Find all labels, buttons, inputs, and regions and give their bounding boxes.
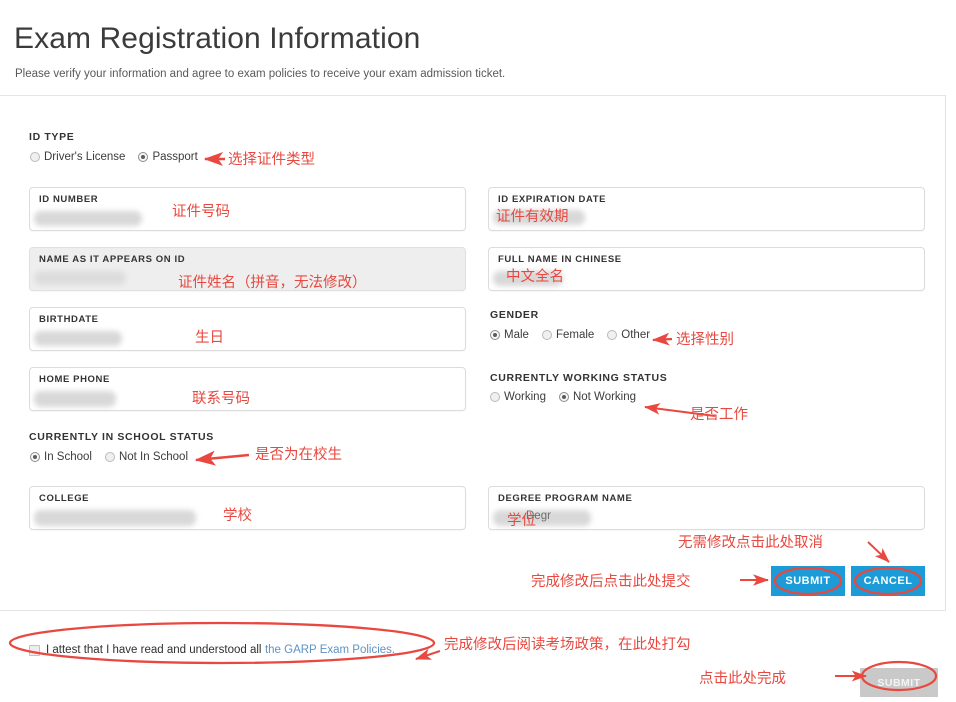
radio-gender-other-dot [607, 330, 618, 340]
working-status-radio-group[interactable]: Working Not Working [490, 391, 636, 403]
annotation-gender: 选择性别 [676, 332, 734, 348]
radio-gender-male-label: Male [504, 329, 529, 341]
gender-radio-group[interactable]: Male Female Other [490, 329, 650, 341]
radio-drivers-license-dot [30, 152, 40, 162]
radio-gender-female-label: Female [555, 329, 595, 341]
radio-not-in-school[interactable]: Not In School [104, 451, 188, 463]
field-birthdate[interactable]: BIRTHDATE [29, 307, 466, 351]
field-id-number[interactable]: ID NUMBER [29, 187, 466, 231]
field-name-on-id-redaction [34, 271, 126, 285]
school-status-radio-group[interactable]: In School Not In School [30, 451, 188, 463]
field-degree-program[interactable]: DEGREE PROGRAM NAME Degr [488, 486, 925, 530]
page-header: Exam Registration Information Please ver… [0, 0, 946, 96]
radio-passport[interactable]: Passport [138, 151, 198, 163]
garp-exam-policies-link[interactable]: the GARP Exam Policies. [265, 644, 395, 656]
radio-drivers-license-label: Driver's License [44, 151, 126, 163]
annotation-submit-hint: 完成修改后点击此处提交 [531, 574, 691, 590]
field-chinese-name-label: FULL NAME IN CHINESE [498, 254, 622, 265]
page-title: Exam Registration Information [14, 22, 421, 55]
radio-not-in-school-dot [104, 452, 115, 462]
radio-in-school-dot [30, 452, 40, 462]
attest-checkbox[interactable] [29, 644, 40, 656]
gender-label: GENDER [490, 309, 539, 321]
annotation-school-status: 是否为在校生 [255, 447, 342, 463]
radio-in-school-label: In School [44, 451, 92, 463]
field-birthdate-redaction [34, 331, 122, 346]
radio-passport-label: Passport [152, 151, 198, 163]
radio-working-label: Working [504, 391, 546, 403]
annotation-id-type: 选择证件类型 [228, 152, 315, 168]
field-home-phone-redaction [34, 391, 116, 407]
radio-drivers-license[interactable]: Driver's License [30, 151, 125, 163]
annotation-cancel-hint: 无需修改点击此处取消 [678, 535, 823, 551]
annotation-id-number: 证件号码 [172, 204, 230, 220]
field-college-label: COLLEGE [39, 493, 90, 504]
id-type-label: ID TYPE [29, 131, 75, 143]
radio-gender-female-dot [541, 330, 552, 340]
annotation-attest-hint: 完成修改后阅读考场政策，在此处打勾 [444, 637, 691, 653]
radio-not-working[interactable]: Not Working [558, 391, 637, 403]
annotation-degree-program: 学位 [507, 513, 536, 529]
id-type-radio-group[interactable]: Driver's License Passport [30, 151, 198, 163]
radio-working-dot [490, 392, 500, 402]
attest-row[interactable]: I attest that I have read and understood… [29, 644, 395, 656]
annotation-home-phone: 联系号码 [192, 391, 250, 407]
radio-gender-other[interactable]: Other [607, 329, 650, 341]
school-status-label: CURRENTLY IN SCHOOL STATUS [29, 431, 214, 443]
field-college-redaction [34, 510, 196, 526]
exam-registration-page: Exam Registration Information Please ver… [0, 0, 956, 702]
annotation-birthdate: 生日 [195, 330, 224, 346]
cancel-button[interactable]: CANCEL [851, 566, 925, 596]
radio-gender-female[interactable]: Female [541, 329, 595, 341]
radio-gender-other-label: Other [621, 329, 651, 341]
radio-in-school[interactable]: In School [30, 451, 92, 463]
annotation-name-on-id: 证件姓名（拼音，无法修改） [178, 275, 367, 291]
field-home-phone-label: HOME PHONE [39, 374, 110, 385]
radio-not-working-dot [558, 392, 569, 402]
page-right-edge [946, 0, 956, 702]
field-birthdate-label: BIRTHDATE [39, 314, 99, 325]
radio-working[interactable]: Working [490, 391, 546, 403]
attest-text: I attest that I have read and understood… [46, 644, 262, 656]
field-id-number-label: ID NUMBER [39, 194, 99, 205]
annotation-id-expiration: 证件有效期 [496, 209, 569, 225]
field-id-expiration-label: ID EXPIRATION DATE [498, 194, 607, 205]
annotation-chinese-name: 中文全名 [506, 269, 564, 285]
submit-button[interactable]: SUBMIT [771, 566, 845, 596]
field-id-number-redaction [34, 211, 142, 226]
radio-gender-male[interactable]: Male [490, 329, 529, 341]
radio-not-working-label: Not Working [572, 391, 637, 403]
radio-gender-male-dot [490, 330, 500, 340]
annotation-final-submit-hint: 点击此处完成 [699, 671, 786, 687]
radio-passport-dot [138, 152, 149, 162]
radio-not-in-school-label: Not In School [118, 451, 188, 463]
page-footer: I attest that I have read and understood… [0, 610, 946, 698]
field-degree-program-label: DEGREE PROGRAM NAME [498, 493, 633, 504]
page-subtitle: Please verify your information and agree… [15, 68, 506, 80]
annotation-college: 学校 [223, 508, 252, 524]
final-submit-button[interactable]: SUBMIT [860, 668, 938, 697]
annotation-working-status: 是否工作 [690, 407, 748, 423]
working-status-label: CURRENTLY WORKING STATUS [490, 372, 668, 384]
field-name-on-id-label: NAME AS IT APPEARS ON ID [39, 254, 186, 265]
